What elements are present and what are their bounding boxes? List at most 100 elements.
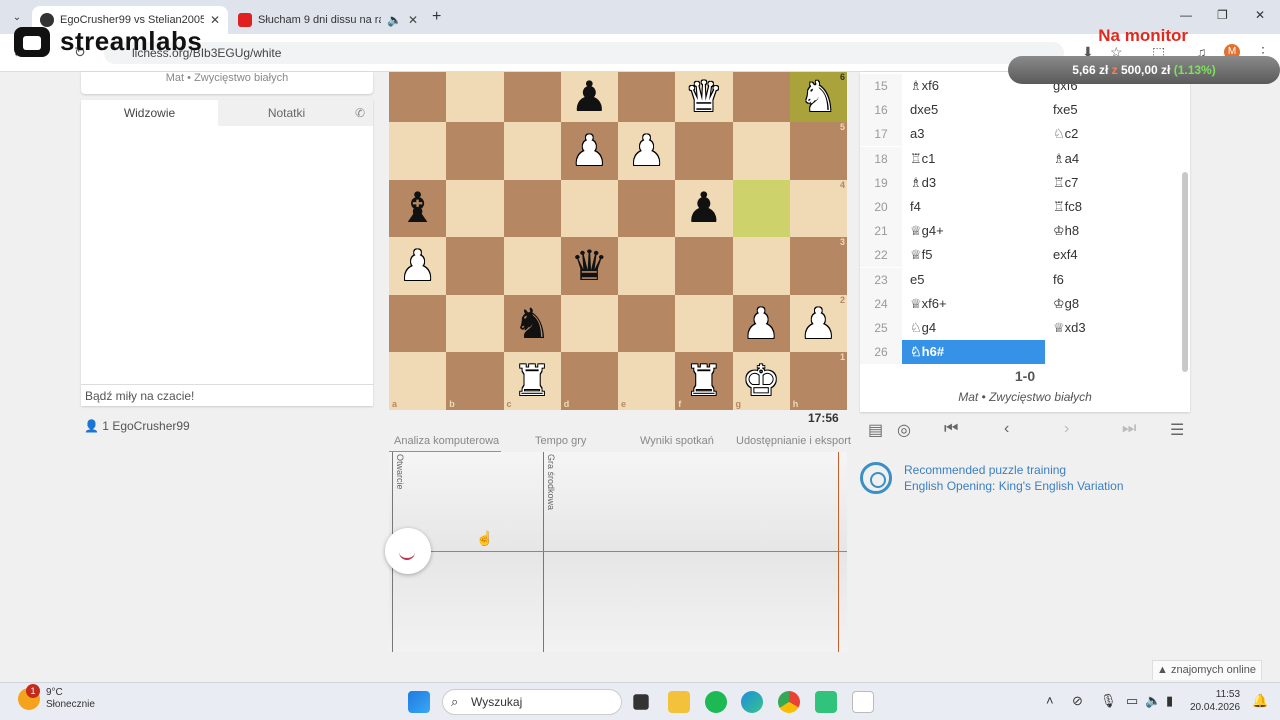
square-b4[interactable] (446, 179, 504, 238)
square-d6[interactable]: ♟ (560, 72, 618, 122)
white-rook-piece[interactable]: ♜ (685, 360, 723, 402)
minimize-icon[interactable]: — (1180, 8, 1192, 22)
volume-icon[interactable]: 🔈 (1145, 693, 1161, 709)
white-move[interactable]: dxe5 (902, 98, 1045, 122)
prev-move-icon[interactable]: ‹ (1004, 420, 1009, 438)
new-tab-button[interactable]: + (432, 8, 441, 26)
square-c5[interactable] (503, 122, 561, 180)
chat-input[interactable]: Bądź miły na czacie! (81, 384, 373, 406)
white-pawn-piece[interactable]: ♟ (399, 244, 437, 287)
black-move[interactable]: ♕xd3 (1045, 316, 1188, 340)
square-h5[interactable]: 5 (789, 122, 847, 180)
practice-icon[interactable]: ◎ (897, 420, 911, 440)
black-knight-piece[interactable]: ♞ (513, 302, 551, 345)
square-g1[interactable]: ♚ g (732, 352, 790, 410)
square-h3[interactable]: 3 (789, 237, 847, 295)
tab-notes[interactable]: Notatki (218, 100, 355, 126)
edge-icon[interactable] (741, 691, 763, 713)
square-b2[interactable] (446, 294, 504, 353)
close-tab-icon[interactable]: ✕ (408, 13, 418, 27)
microphone-icon[interactable]: 🎙 (1100, 693, 1117, 709)
system-clock[interactable]: 11:53 20.04.2026 (1190, 688, 1240, 714)
white-rook-piece[interactable]: ♜ (513, 360, 551, 402)
square-d5[interactable]: ♟ (560, 122, 618, 180)
book-icon[interactable]: ▤ (868, 420, 883, 440)
black-pawn-piece[interactable]: ♟ (685, 187, 723, 229)
square-a4[interactable]: ♝ (389, 179, 447, 238)
square-b5[interactable] (446, 122, 504, 180)
phone-icon[interactable]: ✆ (355, 100, 373, 126)
tab-spectators[interactable]: Widzowie (81, 100, 218, 126)
notification-bell-icon[interactable]: 🔔 (1252, 693, 1268, 709)
black-queen-piece[interactable]: ♛ (571, 244, 609, 287)
file-explorer-icon[interactable] (668, 691, 690, 713)
notes-app-icon[interactable] (852, 691, 874, 713)
square-f2[interactable] (675, 294, 733, 353)
tab-search-icon[interactable]: ⌄ (8, 9, 26, 27)
white-pawn-piece[interactable]: ♟ (742, 302, 780, 345)
square-e1[interactable]: e (618, 352, 676, 410)
next-move-icon[interactable]: › (1064, 420, 1069, 438)
streamlabs-app-icon[interactable] (815, 691, 837, 713)
tab-share-export[interactable]: Udostępnianie i eksport (736, 435, 851, 447)
black-bishop-piece[interactable]: ♝ (399, 187, 437, 229)
close-tab-icon[interactable]: ✕ (210, 13, 220, 27)
network-icon[interactable]: ⊘ (1072, 693, 1083, 709)
black-move[interactable]: ♔h8 (1045, 219, 1188, 243)
square-e3[interactable] (618, 237, 676, 295)
black-move[interactable]: fxe5 (1045, 98, 1188, 122)
square-h1[interactable]: 1h (789, 352, 847, 410)
square-e6[interactable] (618, 72, 676, 122)
taskbar-search[interactable]: ⌕ Wyszukaj (442, 689, 622, 715)
white-move[interactable]: ♖c1 (902, 147, 1045, 171)
white-pawn-piece[interactable]: ♟ (800, 302, 838, 345)
square-g5[interactable] (732, 122, 790, 180)
square-h2[interactable]: ♟ 2 (789, 294, 847, 353)
maximize-icon[interactable]: ❐ (1217, 8, 1228, 22)
square-b6[interactable] (446, 72, 504, 122)
browser-tab-youtube[interactable]: Słucham 9 dni dissu na rak 🔈 ✕ (230, 6, 426, 34)
spectator-name[interactable]: EgoCrusher99 (112, 419, 189, 433)
square-c4[interactable] (503, 179, 561, 238)
square-c1[interactable]: ♜ c (503, 352, 561, 410)
square-e2[interactable] (618, 294, 676, 353)
black-move[interactable] (1045, 340, 1188, 364)
white-move[interactable]: ♕f5 (902, 243, 1045, 267)
square-g6[interactable] (732, 72, 790, 122)
white-queen-piece[interactable]: ♛ (685, 76, 723, 118)
square-f4[interactable]: ♟ (675, 179, 733, 238)
black-move[interactable]: ♖c7 (1045, 171, 1188, 195)
white-move[interactable]: ♘h6# (902, 340, 1045, 365)
square-e5[interactable]: ♟ (618, 122, 676, 180)
square-e4[interactable] (618, 179, 676, 238)
white-move[interactable]: ♕xf6+ (902, 292, 1045, 316)
chess-board[interactable]: ♟ ♛ ♞ 6 ♟ ♟ 5 ♝ ♟ 4 ♟ ♛ 3 ♞ ♟ ♟ 2 a b ♜ c d e ♜ f ♚ g 1 h (389, 72, 847, 410)
black-move[interactable]: ♗a4 (1045, 147, 1188, 171)
puzzle-theme[interactable]: English Opening: King's English Variatio… (904, 478, 1124, 494)
square-a6[interactable] (389, 72, 447, 122)
black-move[interactable]: ♖fc8 (1045, 195, 1188, 219)
puzzle-recommendation[interactable]: Recommended puzzle training English Open… (860, 462, 1124, 494)
white-move[interactable]: f4 (902, 195, 1045, 219)
square-a1[interactable]: a (389, 352, 447, 410)
chrome-icon[interactable] (778, 691, 800, 713)
first-move-icon[interactable]: ⏮ (944, 420, 958, 438)
white-move[interactable]: ♕g4+ (902, 219, 1045, 243)
white-move[interactable]: ♗d3 (902, 171, 1045, 195)
square-a5[interactable] (389, 122, 447, 180)
friends-online-bar[interactable]: ▲ znajomych online (1152, 660, 1262, 680)
url-field[interactable]: lichess.org/BIb3EGUg/white (104, 42, 1064, 64)
weather-widget[interactable]: 1 9°C Słonecznie (18, 684, 95, 711)
white-pawn-piece[interactable]: ♟ (571, 129, 609, 172)
evaluation-graph[interactable]: Otwarcie Gra środkowa (385, 452, 847, 652)
black-move[interactable]: exf4 (1045, 243, 1188, 267)
square-d3[interactable]: ♛ (560, 237, 618, 295)
speaker-icon[interactable]: 🔈 (387, 13, 402, 27)
white-move[interactable]: e5 (902, 268, 1045, 292)
tab-crosstable[interactable]: Wyniki spotkań (640, 435, 714, 447)
task-view-icon[interactable] (633, 694, 649, 710)
square-h4[interactable]: 4 (789, 179, 847, 238)
black-pawn-piece[interactable]: ♟ (571, 76, 609, 118)
square-f3[interactable] (675, 237, 733, 295)
square-c2[interactable]: ♞ (503, 294, 561, 353)
